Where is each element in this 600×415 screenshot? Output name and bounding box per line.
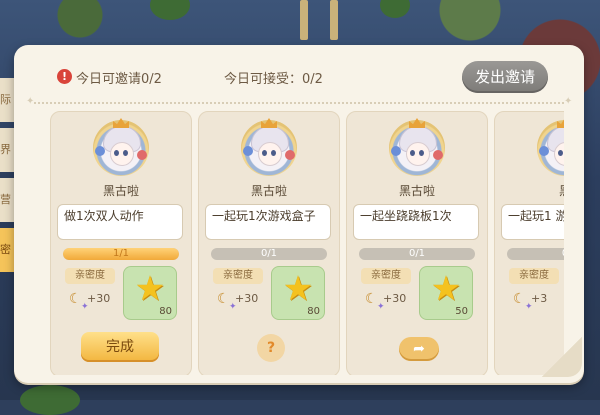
info-icon[interactable]: ! <box>57 69 72 84</box>
flower-icon <box>243 146 253 156</box>
star-icon: ★ <box>134 269 166 309</box>
avatar-eye <box>271 150 276 156</box>
intimacy-label: 亲密度 <box>509 268 559 284</box>
star-reward[interactable]: ★ 80 <box>271 266 325 320</box>
crown-icon <box>261 118 277 128</box>
send-invite-button[interactable]: 发出邀请 <box>462 61 548 93</box>
progress-text: 0 <box>507 248 564 260</box>
bush <box>20 385 80 415</box>
friend-avatar[interactable] <box>93 118 149 176</box>
task-cards: 黑古啦 做1次双人动作 1/1 亲密度 ☾ ✦ +30 ★ 80 完成 黑古啦 … <box>50 111 564 375</box>
invite-count-text: 今日可邀请0/2 <box>76 72 162 87</box>
intimacy-value: +30 <box>87 292 111 305</box>
task-card: 黑 一起玩1 游戏 0 亲密度 ☾ ✦ +3 ★ <box>494 111 564 375</box>
friend-name: 黑 <box>495 182 564 199</box>
progress-text: 0/1 <box>260 248 278 259</box>
star-reward[interactable]: ★ 50 <box>419 266 473 320</box>
progress-text: 1/1 <box>112 248 130 259</box>
avatar-eye <box>419 150 424 156</box>
avatar-eye <box>114 150 119 156</box>
task-progress-bar: 0/1 <box>211 248 327 260</box>
friend-name: 黑古啦 <box>250 184 287 198</box>
friend-avatar[interactable] <box>537 118 564 176</box>
star-icon: ★ <box>430 269 462 309</box>
flower-icon <box>391 146 401 156</box>
page-curl <box>542 337 582 377</box>
header-divider <box>34 102 564 104</box>
flower-icon <box>539 146 549 156</box>
flower-icon <box>95 146 105 156</box>
star-count: 80 <box>159 306 172 317</box>
avatar-eye <box>262 150 267 156</box>
task-card: 黑古啦 一起玩1次游戏盒子 0/1 亲密度 ☾ ✦ +30 ★ 80 ? <box>198 111 340 375</box>
star-count: 50 <box>455 306 468 317</box>
help-button[interactable]: ? <box>257 334 285 362</box>
avatar-eye <box>410 150 415 156</box>
accept-count-text: 今日可接受：0/2 <box>224 72 323 87</box>
intimacy-label: 亲密度 <box>361 268 411 284</box>
flower-icon <box>137 150 147 160</box>
divider-star-icon: ✦ <box>564 96 573 107</box>
friend-name: 黑古啦 <box>102 184 139 198</box>
complete-button[interactable]: 完成 <box>81 332 159 362</box>
crown-icon <box>409 118 425 128</box>
go-button[interactable]: ➦ <box>399 337 439 361</box>
intimacy-value: +30 <box>235 292 259 305</box>
fence-post <box>300 0 308 40</box>
task-description: 做1次双人动作 <box>57 204 183 240</box>
side-tabs: 际 界 营 密 <box>0 78 16 278</box>
panel-header: ! 今日可邀请0/2 今日可接受：0/2 发出邀请 <box>14 45 584 105</box>
progress-text: 0/1 <box>408 248 426 259</box>
task-progress-bar: 1/1 <box>63 248 179 260</box>
task-card: 黑古啦 一起坐跷跷板1次 0/1 亲密度 ☾ ✦ +30 ★ 50 ➦ <box>346 111 488 375</box>
flower-icon <box>433 150 443 160</box>
task-description: 一起玩1 游戏 <box>501 204 564 240</box>
bush <box>150 0 190 20</box>
crown-icon <box>557 118 564 128</box>
invite-panel: ! 今日可邀请0/2 今日可接受：0/2 发出邀请 ✦ ✦ 黑古啦 做1次双人动… <box>14 45 584 383</box>
fence-post <box>330 0 338 40</box>
intimacy-label: 亲密度 <box>213 268 263 284</box>
intimacy-value: +30 <box>383 292 407 305</box>
crown-icon <box>113 118 129 128</box>
task-card: 黑古啦 做1次双人动作 1/1 亲密度 ☾ ✦ +30 ★ 80 完成 <box>50 111 192 375</box>
intimacy-reward: 亲密度 ☾ ✦ +3 <box>509 268 561 320</box>
avatar-eye <box>123 150 128 156</box>
divider-star-icon: ✦ <box>26 96 35 107</box>
intimacy-reward: 亲密度 ☾ ✦ +30 <box>65 268 117 320</box>
friend-avatar[interactable] <box>241 118 297 176</box>
star-icon: ★ <box>282 269 314 309</box>
intimacy-reward: 亲密度 ☾ ✦ +30 <box>213 268 265 320</box>
task-description: 一起玩1次游戏盒子 <box>205 204 331 240</box>
avatar-eye <box>558 150 563 156</box>
flower-icon <box>285 150 295 160</box>
intimacy-value: +3 <box>531 292 548 305</box>
intimacy-label: 亲密度 <box>65 268 115 284</box>
friend-avatar[interactable] <box>389 118 445 176</box>
task-progress-bar: 0 <box>507 248 564 260</box>
bush <box>380 0 410 18</box>
star-count: 80 <box>307 306 320 317</box>
friend-name: 黑古啦 <box>398 184 435 198</box>
intimacy-reward: 亲密度 ☾ ✦ +30 <box>361 268 413 320</box>
task-progress-bar: 0/1 <box>359 248 475 260</box>
star-reward[interactable]: ★ 80 <box>123 266 177 320</box>
task-description: 一起坐跷跷板1次 <box>353 204 479 240</box>
